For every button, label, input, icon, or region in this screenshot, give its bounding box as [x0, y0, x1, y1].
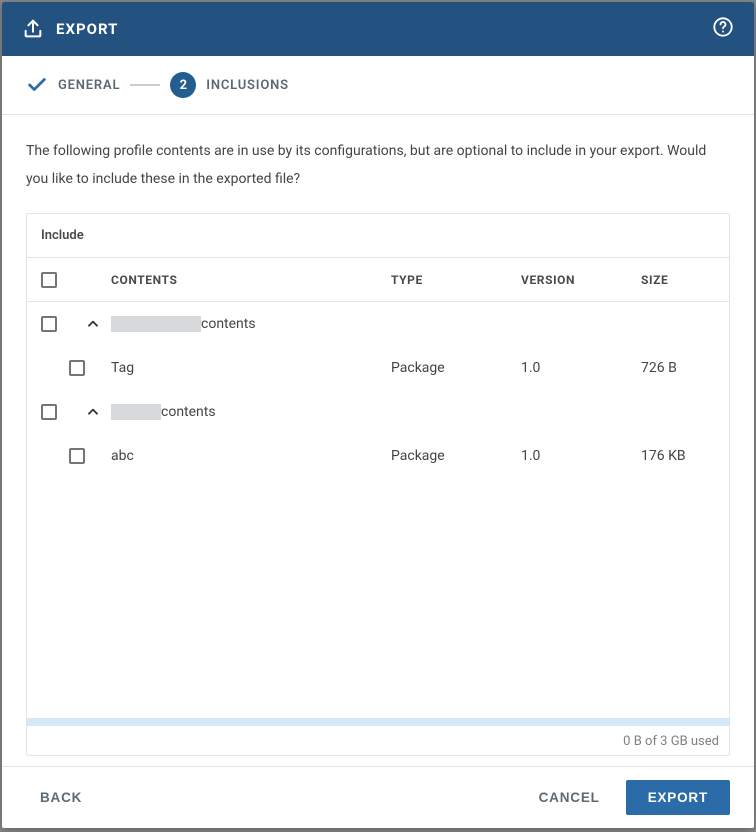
- chevron-up-icon[interactable]: [75, 317, 111, 331]
- cell-name: abc: [111, 448, 391, 464]
- help-icon[interactable]: [712, 16, 734, 42]
- check-icon: [26, 74, 48, 96]
- row-checkbox[interactable]: [69, 360, 85, 376]
- table-row: Tag Package 1.0 726 B: [27, 346, 729, 390]
- redacted-text: [111, 404, 161, 420]
- dialog-title: EXPORT: [56, 20, 712, 38]
- step-label: GENERAL: [58, 78, 120, 93]
- storage-usage-text: 0 B of 3 GB used: [27, 726, 729, 755]
- export-icon: [22, 18, 44, 40]
- cell-type: Package: [391, 448, 521, 464]
- cancel-button[interactable]: CANCEL: [525, 780, 614, 815]
- group-label: contents: [111, 316, 729, 332]
- cell-version: 1.0: [521, 360, 641, 376]
- col-type: TYPE: [391, 273, 521, 287]
- chevron-up-icon[interactable]: [75, 405, 111, 419]
- row-checkbox[interactable]: [69, 448, 85, 464]
- cell-type: Package: [391, 360, 521, 376]
- step-connector: [130, 84, 160, 86]
- table-header-row: CONTENTS TYPE VERSION SIZE: [27, 258, 729, 302]
- cell-size: 176 KB: [641, 448, 729, 464]
- table-group-row: contents: [27, 302, 729, 346]
- description-text: The following profile contents are in us…: [26, 137, 730, 193]
- step-inclusions[interactable]: 2 INCLUSIONS: [170, 72, 289, 98]
- table-body: contents Tag Package 1.0 726 B: [27, 302, 729, 718]
- table-row: abc Package 1.0 176 KB: [27, 434, 729, 478]
- export-dialog: EXPORT GENERAL 2 INCLUSIONS The followin…: [2, 2, 754, 828]
- group-label: contents: [111, 404, 729, 420]
- cell-name: Tag: [111, 360, 391, 376]
- dialog-header: EXPORT: [2, 2, 754, 56]
- cell-size: 726 B: [641, 360, 729, 376]
- dialog-footer: BACK CANCEL EXPORT: [2, 766, 754, 828]
- col-version: VERSION: [521, 273, 641, 287]
- step-general[interactable]: GENERAL: [26, 74, 120, 96]
- step-label: INCLUSIONS: [206, 78, 289, 93]
- group-checkbox[interactable]: [41, 404, 57, 420]
- export-button[interactable]: EXPORT: [626, 780, 730, 815]
- col-contents: CONTENTS: [111, 273, 391, 287]
- card-title: Include: [27, 214, 729, 258]
- cell-version: 1.0: [521, 448, 641, 464]
- wizard-stepper: GENERAL 2 INCLUSIONS: [2, 56, 754, 115]
- step-number-badge: 2: [170, 72, 196, 98]
- col-size: SIZE: [641, 273, 729, 287]
- inclusions-card: Include CONTENTS TYPE VERSION SIZE: [26, 213, 730, 756]
- select-all-checkbox[interactable]: [41, 272, 57, 288]
- group-checkbox[interactable]: [41, 316, 57, 332]
- storage-progress: [27, 718, 729, 726]
- redacted-text: [111, 316, 201, 332]
- group-label-suffix: contents: [201, 316, 256, 332]
- table-group-row: contents: [27, 390, 729, 434]
- back-button[interactable]: BACK: [26, 780, 96, 815]
- group-label-suffix: contents: [161, 404, 216, 420]
- dialog-body: The following profile contents are in us…: [2, 115, 754, 766]
